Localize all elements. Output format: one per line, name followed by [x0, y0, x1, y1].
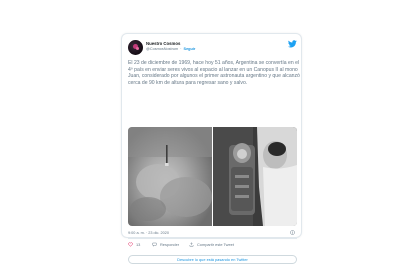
author-handle-row: @CosmosNostrum · Seguir [146, 47, 195, 51]
tweet-timestamp[interactable]: 9:00 a. m. · 23 dic. 2020 [128, 231, 169, 235]
author-avatar[interactable] [128, 40, 143, 55]
upload-icon [189, 242, 194, 247]
reply-label: Responder [160, 242, 180, 247]
share-label: Compartir este Tweet [197, 242, 234, 247]
heart-icon [128, 242, 133, 247]
author-name[interactable]: Nuestro Cosmos [146, 41, 180, 46]
monkey-juan-photo[interactable] [213, 127, 297, 226]
discover-twitter-button[interactable]: Descubre lo que está pasando en Twitter [128, 255, 297, 264]
embedded-tweet-card: Nuestro Cosmos @CosmosNostrum · Seguir E… [121, 33, 302, 264]
tweet-text: El 23 de diciembre de 1969, hace hoy 51 … [128, 60, 300, 87]
twitter-bird-icon[interactable] [288, 40, 297, 48]
like-button[interactable]: 13 [128, 242, 140, 247]
author-handle[interactable]: @CosmosNostrum [146, 47, 178, 51]
like-count: 13 [136, 242, 141, 247]
separator: · [180, 47, 182, 51]
speech-bubble-icon [152, 242, 157, 247]
reply-button[interactable]: Responder [152, 242, 179, 247]
divider [128, 238, 297, 239]
info-icon[interactable] [290, 230, 295, 235]
tweet-media[interactable] [128, 127, 297, 226]
rocket-launch-photo[interactable] [128, 127, 212, 226]
follow-link[interactable]: Seguir [184, 47, 196, 51]
share-button[interactable]: Compartir este Tweet [189, 242, 234, 247]
